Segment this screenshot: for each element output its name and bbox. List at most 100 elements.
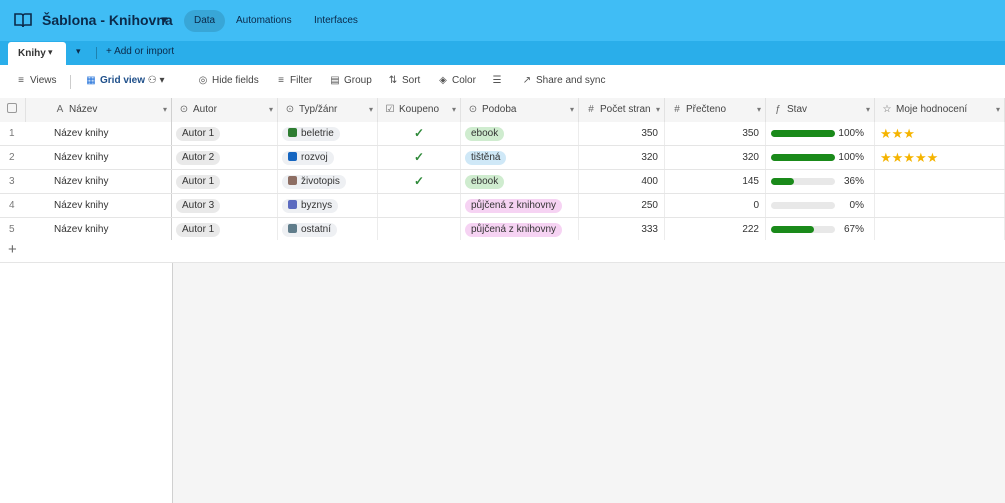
table-row[interactable]: 4 Název knihy Autor 3 byznys půjčená z kniho… — [0, 194, 1005, 218]
cell-koupeno-checkbox[interactable]: ✓ — [378, 170, 461, 193]
chevron-down-icon[interactable]: ▾ — [163, 98, 167, 122]
cell-pocet-stran[interactable]: 400 — [579, 170, 665, 193]
cell-koupeno-checkbox[interactable] — [378, 194, 461, 217]
cell-hodnoceni-rating[interactable] — [875, 194, 1005, 217]
chevron-down-icon[interactable]: ▾ — [996, 98, 1000, 122]
cell-precteno[interactable]: 350 — [665, 122, 766, 145]
table-row[interactable]: 5 Název knihy Autor 1 ostatní půjčená z knih… — [0, 218, 1005, 242]
table-row[interactable]: 1 Název knihy Autor 1 beletrie ✓ ebook 350 350 1… — [0, 122, 1005, 146]
cell-koupeno-checkbox[interactable]: ✓ — [378, 122, 461, 145]
podoba-tag: ebook — [465, 175, 505, 189]
cell-pocet-stran[interactable]: 250 — [579, 194, 665, 217]
cell-nazev[interactable]: Název knihy — [26, 194, 172, 217]
table-tab-bar: ▾ + Add or import — [0, 41, 1005, 65]
cell-pocet-stran[interactable]: 333 — [579, 218, 665, 241]
grid-view-button[interactable]: ▦ Grid view ⚇ ▾ — [84, 75, 164, 86]
hide-fields-button[interactable]: ◎ Hide fields — [196, 75, 259, 86]
row-height-button[interactable]: ☰ — [490, 75, 506, 86]
column-header-stav[interactable]: ƒ Stav ▾ — [766, 98, 875, 122]
cell-autor[interactable]: Autor 2 — [172, 146, 278, 169]
add-record-icon[interactable]: + — [8, 241, 17, 258]
cell-typ[interactable]: ostatní — [278, 218, 378, 241]
column-header-autor[interactable]: ⊙ Autor ▾ — [172, 98, 278, 122]
cell-hodnoceni-rating[interactable] — [875, 170, 1005, 193]
column-header-typ[interactable]: ⊙ Typ/žánr ▾ — [278, 98, 378, 122]
cell-stav[interactable]: 0% — [766, 194, 875, 217]
typ-label: rozvoj — [301, 152, 328, 163]
cell-stav[interactable]: 100% — [766, 122, 875, 145]
chevron-down-icon[interactable]: ▾ — [369, 98, 373, 122]
select-all-checkbox[interactable] — [0, 98, 26, 122]
cell-nazev[interactable]: Název knihy — [26, 146, 172, 169]
nav-interfaces[interactable]: Interfaces — [304, 10, 368, 32]
cell-typ[interactable]: rozvoj — [278, 146, 378, 169]
chevron-down-icon[interactable]: ▾ — [866, 98, 870, 122]
cell-autor[interactable]: Autor 1 — [172, 122, 278, 145]
chevron-down-icon[interactable]: ▾ — [570, 98, 574, 122]
chevron-down-icon[interactable]: ▾ — [452, 98, 456, 122]
chevron-down-icon[interactable]: ▾ — [162, 13, 168, 26]
nav-data[interactable]: Data — [184, 10, 226, 32]
chevron-down-icon[interactable]: ▾ — [76, 46, 81, 57]
add-record-row[interactable]: + — [0, 240, 1005, 263]
cell-precteno[interactable]: 320 — [665, 146, 766, 169]
share-label: Share and sync — [536, 75, 606, 86]
cell-typ[interactable]: životopis — [278, 170, 378, 193]
column-header-podoba[interactable]: ⊙ Podoba ▾ — [461, 98, 579, 122]
cell-koupeno-checkbox[interactable] — [378, 218, 461, 241]
cell-nazev[interactable]: Název knihy — [26, 218, 172, 241]
cell-podoba[interactable]: půjčená z knihovny — [461, 218, 579, 241]
cell-podoba[interactable]: ebook — [461, 122, 579, 145]
chevron-down-icon[interactable]: ▾ — [757, 98, 761, 122]
share-and-sync-button[interactable]: ↗ Share and sync — [520, 75, 606, 86]
cell-precteno[interactable]: 145 — [665, 170, 766, 193]
cell-autor[interactable]: Autor 1 — [172, 218, 278, 241]
column-header-pocet-stran[interactable]: # Počet stran ▾ — [579, 98, 665, 122]
cell-hodnoceni-rating[interactable]: ★★★★★ — [875, 146, 1005, 169]
chevron-down-icon[interactable]: ▾ — [48, 47, 53, 58]
cell-podoba[interactable]: tištěná — [461, 146, 579, 169]
cell-stav[interactable]: 67% — [766, 218, 875, 241]
column-header-precteno[interactable]: # Přečteno ▾ — [665, 98, 766, 122]
chevron-down-icon[interactable]: ▾ — [269, 98, 273, 122]
typ-label: byznys — [301, 200, 333, 211]
group-button[interactable]: ▤ Group — [328, 75, 372, 86]
cell-nazev[interactable]: Název knihy — [26, 122, 172, 145]
cell-hodnoceni-rating[interactable]: ★★★ — [875, 122, 1005, 145]
column-header-koupeno[interactable]: ☑ Koupeno ▾ — [378, 98, 461, 122]
cell-precteno[interactable]: 222 — [665, 218, 766, 241]
cell-stav[interactable]: 36% — [766, 170, 875, 193]
view-toolbar: ≡ Views ▦ Grid view ⚇ ▾ ◎ Hide fields ≡ Filt… — [0, 65, 1005, 99]
cell-typ[interactable]: byznys — [278, 194, 378, 217]
nav-automations[interactable]: Automations — [226, 10, 302, 32]
cell-typ[interactable]: beletrie — [278, 122, 378, 145]
tab-knihy[interactable]: Knihy ▾ — [8, 42, 66, 65]
cell-stav[interactable]: 100% — [766, 146, 875, 169]
cell-koupeno-checkbox[interactable]: ✓ — [378, 146, 461, 169]
sort-button[interactable]: ⇅ Sort — [386, 75, 421, 86]
color-button[interactable]: ◈ Color — [436, 75, 476, 86]
cell-pocet-stran[interactable]: 320 — [579, 146, 665, 169]
chevron-down-icon[interactable]: ▾ — [656, 98, 660, 122]
views-button[interactable]: ≡ Views — [14, 75, 56, 86]
filter-button[interactable]: ≡ Filter — [274, 75, 312, 86]
autor-tag: Autor 3 — [176, 199, 221, 213]
cell-hodnoceni-rating[interactable] — [875, 218, 1005, 241]
column-header-nazev[interactable]: A Název ▾ — [26, 98, 172, 122]
cell-podoba[interactable]: ebook — [461, 170, 579, 193]
tab-label: Knihy — [18, 48, 46, 59]
cell-autor[interactable]: Autor 1 — [172, 170, 278, 193]
cell-autor[interactable]: Autor 3 — [172, 194, 278, 217]
cell-podoba[interactable]: půjčená z knihovny — [461, 194, 579, 217]
cell-pocet-stran[interactable]: 350 — [579, 122, 665, 145]
add-or-import-label: Add or import — [114, 46, 175, 57]
column-header-hodnoceni[interactable]: ☆ Moje hodnocení ▾ — [875, 98, 1005, 122]
add-or-import-button[interactable]: + Add or import — [106, 46, 174, 57]
book-icon — [14, 13, 32, 28]
grid-icon: ▦ — [86, 75, 96, 86]
base-title[interactable]: Šablona - Knihovna — [42, 12, 173, 28]
table-row[interactable]: 2 Název knihy Autor 2 rozvoj ✓ tištěná 320 320 1… — [0, 146, 1005, 170]
cell-nazev[interactable]: Název knihy — [26, 170, 172, 193]
table-row[interactable]: 3 Název knihy Autor 1 životopis ✓ ebook 400 145… — [0, 170, 1005, 194]
cell-precteno[interactable]: 0 — [665, 194, 766, 217]
